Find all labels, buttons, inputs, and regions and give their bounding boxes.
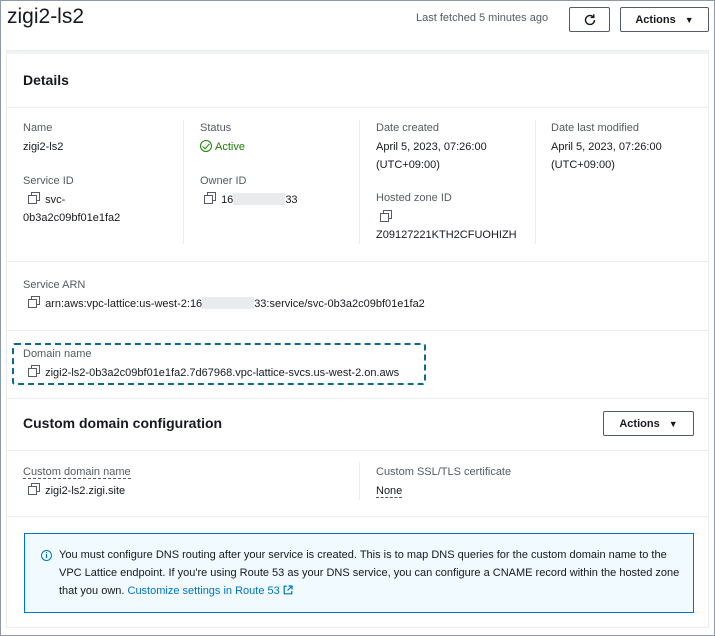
owner-id-value: 16 33: [203, 191, 298, 209]
custom-domain-heading: Custom domain configuration: [23, 415, 223, 431]
domain-name-label: Domain name: [23, 348, 92, 360]
service-arn-label: Service ARN: [23, 279, 86, 291]
copy-icon[interactable]: [27, 483, 40, 495]
date-created-timezone: (UTC+09:00): [376, 159, 440, 171]
date-modified-value: April 5, 2023, 07:26:00: [551, 141, 662, 153]
caret-down-icon: ▼: [684, 14, 694, 25]
panel-top-band: [7, 51, 708, 54]
owner-id-prefix: 16: [221, 194, 234, 206]
hosted-zone-copy: [379, 209, 392, 227]
date-created-value: April 5, 2023, 07:26:00: [376, 141, 487, 153]
actions-button-label: Actions: [635, 13, 676, 26]
date-created-label: Date created: [376, 122, 439, 134]
certificate-value-text[interactable]: None: [376, 485, 403, 498]
copy-icon[interactable]: [27, 296, 40, 308]
name-label: Name: [23, 122, 53, 134]
caret-down-icon: ▼: [668, 418, 678, 429]
service-id-label: Service ID: [23, 175, 74, 187]
info-icon: i: [41, 550, 52, 561]
service-arn-suffix: 33:service/svc-0b3a2c09bf01e1fa2: [254, 298, 425, 310]
custom-domain-name-label: Custom domain name: [23, 466, 131, 479]
divider: [7, 450, 708, 451]
certificate-label: Custom SSL/TLS certificate: [376, 466, 512, 478]
column-divider: [359, 462, 360, 500]
actions-button-label: Actions: [619, 417, 660, 430]
status-label: Status: [200, 122, 232, 134]
date-modified-label: Date last modified: [551, 122, 640, 134]
divider: [7, 398, 708, 399]
page-title: zigi2-ls2: [7, 5, 85, 28]
external-link-icon: [283, 585, 293, 595]
custom-domain-actions-button[interactable]: Actions ▼: [603, 411, 694, 436]
divider: [7, 107, 708, 108]
divider: [7, 330, 708, 331]
custom-domain-name-label-text[interactable]: Custom domain name: [23, 466, 131, 479]
service-id-line1: svc-: [45, 194, 66, 206]
date-modified-timezone: (UTC+09:00): [551, 159, 615, 171]
service-arn-prefix: arn:aws:vpc-lattice:us-west-2:16: [45, 298, 203, 310]
custom-domain-name-value: zigi2-ls2.zigi.site: [27, 482, 125, 500]
column-divider: [359, 120, 360, 244]
details-heading: Details: [23, 72, 69, 88]
copy-icon[interactable]: [27, 192, 40, 204]
status-value: Active: [200, 138, 245, 156]
custom-domain-name-text: zigi2-ls2.zigi.site: [45, 485, 126, 497]
domain-name-text: zigi2-ls2-0b3a2c09bf01e1fa2.7d67968.vpc-…: [45, 367, 400, 379]
check-circle-icon: [200, 140, 212, 152]
redacted-block: [233, 193, 286, 205]
name-value: zigi2-ls2: [23, 141, 64, 153]
column-divider: [535, 120, 536, 244]
route53-settings-link[interactable]: Customize settings in Route 53: [128, 585, 293, 597]
divider: [7, 261, 708, 262]
refresh-icon: [584, 13, 595, 25]
certificate-value: None: [376, 482, 403, 500]
actions-button[interactable]: Actions ▼: [620, 7, 709, 32]
owner-id-suffix: 33: [285, 194, 298, 206]
hosted-zone-label: Hosted zone ID: [376, 192, 452, 204]
copy-icon[interactable]: [379, 210, 392, 222]
service-id-value: svc-: [27, 191, 65, 209]
service-id-line2: 0b3a2c09bf01e1fa2: [23, 212, 121, 224]
copy-icon[interactable]: [27, 365, 40, 377]
owner-id-label: Owner ID: [200, 175, 247, 187]
status-text: Active: [215, 141, 245, 153]
refresh-button[interactable]: [569, 7, 610, 32]
domain-name-value: zigi2-ls2-0b3a2c09bf01e1fa2.7d67968.vpc-…: [27, 364, 399, 382]
column-divider: [183, 120, 184, 244]
route53-link-text: Customize settings in Route 53: [127, 585, 280, 597]
hosted-zone-value: Z09127221KTH2CFUOHIZH: [376, 229, 517, 241]
divider: [7, 516, 708, 517]
redacted-block: [202, 297, 255, 309]
last-fetched-text: Last fetched 5 minutes ago: [416, 12, 549, 24]
service-arn-value: arn:aws:vpc-lattice:us-west-2:16 33:servi…: [27, 295, 425, 313]
dns-info-alert-text: You must configure DNS routing after you…: [59, 546, 689, 600]
copy-icon[interactable]: [203, 192, 216, 204]
